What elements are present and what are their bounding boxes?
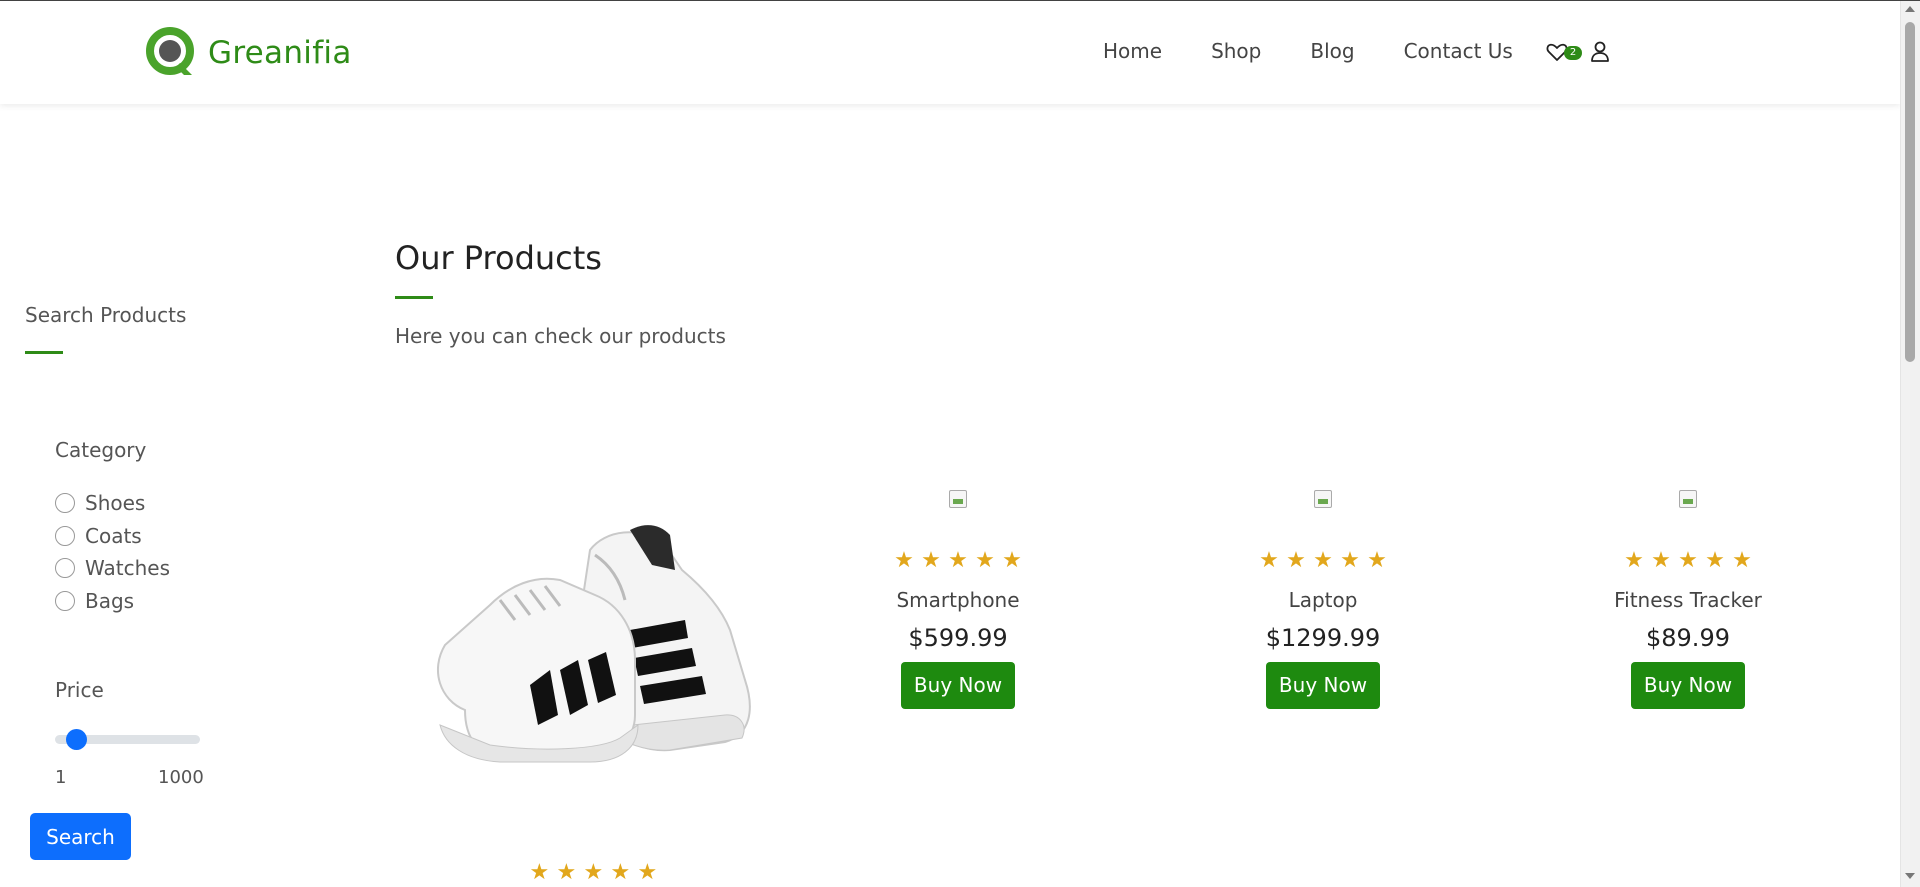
- price-max-label: 1000: [158, 767, 204, 788]
- star-icon: ★: [583, 860, 604, 885]
- product-price: $1299.99: [1265, 624, 1381, 652]
- category-option-watches[interactable]: Watches: [55, 552, 170, 585]
- wishlist-count-badge: 2: [1564, 46, 1582, 60]
- star-icon: ★: [1313, 548, 1333, 573]
- sidebar-title-underline: [25, 351, 63, 354]
- star-icon: ★: [1259, 548, 1279, 573]
- category-radio[interactable]: [55, 558, 75, 579]
- star-icon: ★: [1732, 548, 1752, 573]
- product-card-fitness-tracker: ★ ★ ★ ★ ★ Fitness Tracker $89.99 Buy Now: [1558, 490, 1818, 709]
- star-icon: ★: [1286, 548, 1306, 573]
- page-title: Our Products: [395, 239, 602, 277]
- product-image-placeholder[interactable]: [949, 490, 967, 508]
- buy-now-button[interactable]: Buy Now: [901, 662, 1015, 709]
- logo-icon: [146, 27, 194, 75]
- product-card-smartphone: ★ ★ ★ ★ ★ Smartphone $599.99 Buy Now: [828, 490, 1088, 709]
- star-icon: ★: [556, 860, 577, 885]
- product-name: Smartphone: [896, 588, 1020, 612]
- price-min-label: 1: [55, 767, 67, 788]
- star-icon: ★: [1624, 548, 1644, 573]
- nav-contact-us[interactable]: Contact Us: [1404, 39, 1513, 63]
- product-price: $599.99: [908, 624, 1008, 652]
- nav-blog[interactable]: Blog: [1310, 39, 1354, 63]
- star-icon: ★: [1678, 548, 1698, 573]
- scroll-up-arrow-icon[interactable]: [1905, 6, 1915, 12]
- star-icon: ★: [921, 548, 941, 573]
- star-icon: ★: [1340, 548, 1360, 573]
- brand-logo[interactable]: Greanifia: [146, 27, 352, 79]
- product-name: Laptop: [1288, 588, 1358, 612]
- category-label: Watches: [85, 556, 170, 581]
- star-icon: ★: [948, 548, 968, 573]
- category-option-coats[interactable]: Coats: [55, 520, 170, 553]
- star-icon: ★: [975, 548, 995, 573]
- buy-now-button[interactable]: Buy Now: [1631, 662, 1745, 709]
- category-option-bags[interactable]: Bags: [55, 585, 170, 618]
- star-icon: ★: [1651, 548, 1671, 573]
- scrollbar-thumb[interactable]: [1905, 22, 1915, 362]
- scroll-down-arrow-icon[interactable]: [1905, 873, 1915, 879]
- product-rating: ★ ★ ★ ★ ★: [828, 550, 1088, 572]
- product-name: Fitness Tracker: [1614, 588, 1762, 612]
- category-option-shoes[interactable]: Shoes: [55, 487, 170, 520]
- star-icon: ★: [1002, 548, 1022, 573]
- buy-now-button[interactable]: Buy Now: [1266, 662, 1380, 709]
- category-radio[interactable]: [55, 525, 75, 546]
- site-header: Greanifia Home Shop Blog Contact Us: [0, 1, 1900, 104]
- category-label: Bags: [85, 588, 135, 613]
- nav-home[interactable]: Home: [1103, 39, 1162, 63]
- star-icon: ★: [894, 548, 914, 573]
- star-icon: ★: [610, 860, 631, 885]
- page-title-underline: [395, 296, 433, 299]
- price-heading: Price: [55, 678, 104, 702]
- category-list: Shoes Coats Watches Bags: [55, 487, 170, 617]
- star-icon: ★: [529, 860, 550, 885]
- category-label: Shoes: [85, 491, 146, 516]
- nav-shop[interactable]: Shop: [1211, 39, 1261, 63]
- star-icon: ★: [1367, 548, 1387, 573]
- star-icon: ★: [637, 860, 658, 885]
- product-image-placeholder[interactable]: [1314, 490, 1332, 508]
- product-price: $89.99: [1646, 624, 1730, 652]
- page-subtitle: Here you can check our products: [395, 324, 726, 348]
- product-rating: ★ ★ ★ ★ ★: [1193, 550, 1453, 572]
- search-button[interactable]: Search: [30, 813, 131, 860]
- category-heading: Category: [55, 438, 147, 462]
- category-radio[interactable]: [55, 590, 75, 611]
- product-image-placeholder[interactable]: [1679, 490, 1697, 508]
- category-label: Coats: [85, 523, 142, 548]
- product-card-laptop: ★ ★ ★ ★ ★ Laptop $1299.99 Buy Now: [1193, 490, 1453, 709]
- user-icon[interactable]: [1589, 40, 1611, 62]
- product-rating: ★ ★ ★ ★ ★: [1558, 550, 1818, 572]
- category-radio[interactable]: [55, 493, 75, 514]
- price-slider-thumb[interactable]: [66, 729, 87, 750]
- brand-name: Greanifia: [208, 35, 352, 71]
- featured-product-rating: ★ ★ ★ ★ ★: [527, 862, 662, 884]
- sidebar-title: Search Products: [25, 303, 187, 327]
- main-nav: Home Shop Blog Contact Us: [1103, 39, 1513, 63]
- star-icon: ★: [1705, 548, 1725, 573]
- sneakers-image[interactable]: [420, 510, 760, 790]
